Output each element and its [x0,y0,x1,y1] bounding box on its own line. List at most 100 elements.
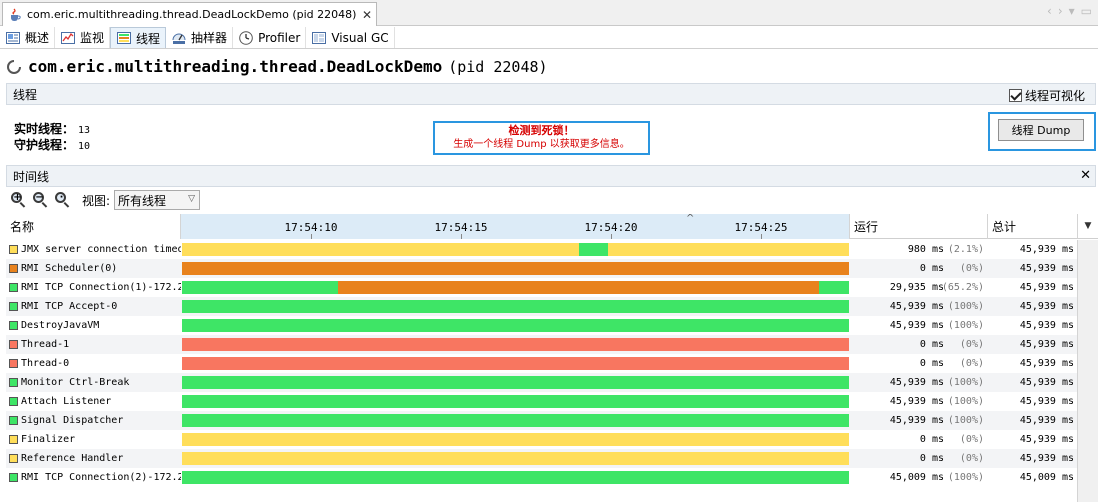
zoom-out-icon[interactable]: − [32,191,50,209]
running-time-cell: 45,939 ms (100%) [851,411,988,430]
deadlock-alert: 检测到死锁！ 生成一个线程 Dump 以获取更多信息。 [433,121,650,155]
visualize-threads-toggle[interactable]: 线程可视化 [1008,87,1085,104]
column-chooser-icon[interactable]: ▼ [1077,214,1098,239]
column-header-running[interactable]: 运行 [850,214,988,239]
tab-threads-label: 线程 [136,31,161,46]
monitor-chart-icon [60,30,76,46]
page-title: com.eric.multithreading.thread.DeadLockD… [6,57,548,76]
application-name: com.eric.multithreading.thread.DeadLockD… [28,57,443,76]
tab-sampler[interactable]: 抽样器 [166,27,234,48]
running-time-percent: (65.2%) [941,282,984,293]
tab-sampler-label: 抽样器 [191,31,228,45]
table-row[interactable]: DestroyJavaVM 45,939 ms (100%) 45,939 ms [6,316,1077,335]
visualize-threads-checkbox[interactable] [1008,89,1022,102]
running-time-ms: 45,939 ms [889,396,944,407]
tab-profiler[interactable]: Profiler [233,27,307,48]
running-time-ms: 980 ms [907,244,944,255]
vertical-scrollbar[interactable] [1077,240,1098,502]
document-tab[interactable]: com.eric.multithreading.thread.DeadLockD… [2,2,377,26]
tab-monitor-label: 监视 [80,31,105,45]
thread-name: Attach Listener [21,396,112,407]
running-time-cell: 45,939 ms (100%) [851,392,988,411]
column-total-label: 总计 [992,220,1017,234]
running-time-ms: 45,939 ms [889,301,944,312]
scroll-right-icon[interactable]: › [1058,4,1063,18]
running-time-ms: 45,939 ms [889,415,944,426]
close-timeline-icon[interactable]: ✕ [1080,168,1091,183]
column-header-total[interactable]: 总计 [988,214,1077,239]
running-time-cell: 45,939 ms (100%) [851,297,988,316]
table-row[interactable]: Thread-0 0 ms (0%) 45,939 ms [6,354,1077,373]
thread-timeline-track [182,395,849,408]
tab-overview[interactable]: 概述 [0,27,56,48]
threads-section-header: 线程 线程可视化 [6,83,1096,105]
table-row[interactable]: Reference Handler 0 ms (0%) 45,939 ms [6,449,1077,468]
sampler-icon [171,30,187,46]
view-select[interactable]: 所有线程 ▽ [114,190,201,210]
tab-list-icon[interactable]: ▾ [1069,4,1075,18]
table-row[interactable]: Attach Listener 45,939 ms (100%) 45,939 ms [6,392,1077,411]
table-row[interactable]: Finalizer 0 ms (0%) 45,939 ms [6,430,1077,449]
running-time-cell: 0 ms (0%) [851,449,988,468]
scroll-left-icon[interactable]: ‹ [1047,4,1052,18]
thread-name: RMI TCP Accept-0 [21,301,118,312]
thread-counts: 实时线程： 13 守护线程： 10 [14,122,90,154]
zoom-fit-icon[interactable]: · [54,191,72,209]
running-time-ms: 0 ms [919,339,944,350]
thread-dump-button[interactable]: 线程 Dump [998,119,1084,141]
thread-timeline-track [182,357,849,370]
thread-state-swatch [9,245,18,254]
thread-state-segment [182,338,849,351]
column-header-timeline[interactable]: ^ 17:54:10 17:54:15 17:54:20 17:54:25 [181,214,850,239]
thread-name-cell: Finalizer [9,430,181,449]
thread-name-cell: RMI Scheduler(0) [9,259,181,278]
running-time-percent: (100%) [947,472,984,483]
total-time-cell: 45,939 ms [1019,320,1074,331]
table-row[interactable]: Signal Dispatcher 45,939 ms (100%) 45,939 m… [6,411,1077,430]
running-time-percent: (100%) [947,377,984,388]
zoom-in-icon[interactable]: + [10,191,28,209]
timeline-section-header: 时间线 ✕ [6,165,1096,187]
threads-section-title: 线程 [13,87,38,102]
tab-profiler-label: Profiler [258,30,301,45]
thread-name: RMI TCP Connection(1)-172.20.1.1 [21,282,181,293]
table-row[interactable]: RMI TCP Accept-0 45,939 ms (100%) 45,939 ms [6,297,1077,316]
table-row[interactable]: RMI Scheduler(0) 0 ms (0%) 45,939 ms [6,259,1077,278]
thread-name: RMI Scheduler(0) [21,263,118,274]
view-tabs: 概述 监视 线程 抽样器 Profiler Visual GC [0,27,1098,49]
tab-threads[interactable]: 线程 [110,27,167,48]
document-tab-title: com.eric.multithreading.thread.DeadLockD… [27,8,357,21]
thread-timeline-track [182,452,849,465]
thread-state-segment [819,281,849,294]
timeline-tick-mark [461,234,462,239]
total-time-cell: 45,939 ms [1019,358,1074,369]
table-row[interactable]: Thread-1 0 ms (0%) 45,939 ms [6,335,1077,354]
thread-timeline-track [182,433,849,446]
table-row[interactable]: RMI TCP Connection(1)-172.20.1.1 29,935 m… [6,278,1077,297]
thread-timeline-table: 名称 ^ 17:54:10 17:54:15 17:54:20 17:54:25… [6,214,1077,502]
daemon-threads-row: 守护线程： 10 [14,138,90,154]
chevron-down-icon: ▽ [188,194,196,204]
column-header-name[interactable]: 名称 [6,214,181,239]
table-row[interactable]: RMI TCP Connection(2)-172.20.1.1 45,009 m… [6,468,1077,487]
close-tab-icon[interactable]: ✕ [362,8,372,22]
table-row[interactable]: JMX server connection timeout 980 ms (2.1%… [6,240,1077,259]
tab-monitor[interactable]: 监视 [55,27,111,48]
thread-state-segment [182,319,849,332]
thread-timeline-track [182,300,849,313]
thread-timeline-track [182,338,849,351]
timeline-tick-label: 17:54:10 [284,221,338,234]
running-time-percent: (0%) [959,358,984,369]
tab-visual-gc[interactable]: Visual GC [306,27,395,48]
thread-state-segment [338,281,819,294]
running-time-percent: (100%) [947,415,984,426]
thread-state-swatch [9,321,18,330]
running-time-cell: 0 ms (0%) [851,259,988,278]
thread-name: Finalizer [21,434,76,445]
timeline-tick-mark [311,234,312,239]
total-time-cell: 45,009 ms [1019,472,1074,483]
table-row[interactable]: Monitor Ctrl-Break 45,939 ms (100%) 45,939 … [6,373,1077,392]
deadlock-alert-message: 生成一个线程 Dump 以获取更多信息。 [453,139,630,150]
restore-window-icon[interactable]: ▭ [1081,4,1092,18]
overview-icon [5,30,21,46]
